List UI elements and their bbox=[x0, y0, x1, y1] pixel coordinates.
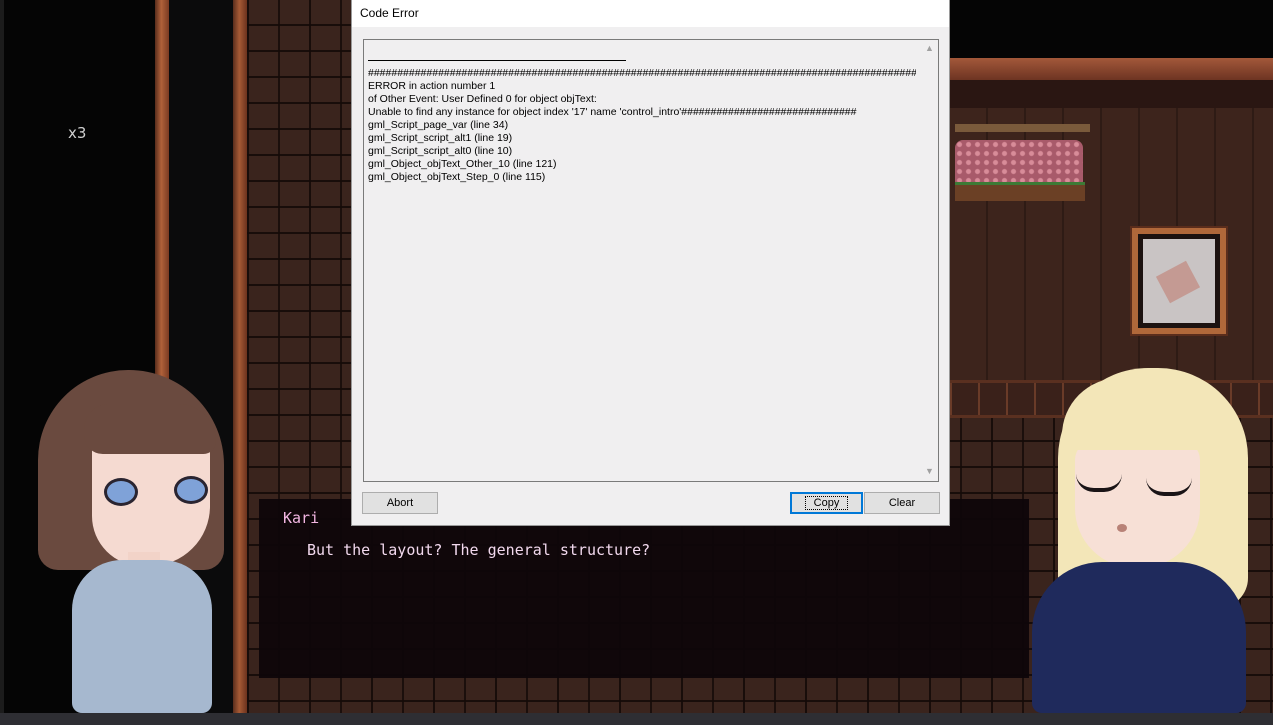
ceiling-beam-shadow bbox=[950, 80, 1273, 108]
copy-button[interactable]: Copy bbox=[790, 492, 863, 514]
vertical-scrollbar[interactable]: ▲ ▼ bbox=[921, 40, 938, 481]
error-line: gml_Script_script_alt1 (line 19) bbox=[368, 132, 513, 144]
kari-left-eye bbox=[104, 478, 138, 506]
dialogue-text: But the layout? The general structure? bbox=[307, 541, 651, 559]
error-message-content: ########################################… bbox=[368, 60, 916, 184]
scroll-down-arrow-icon[interactable]: ▼ bbox=[924, 466, 935, 477]
error-line: ERROR in action number 1 bbox=[368, 80, 496, 92]
speed-multiplier-label: x3 bbox=[68, 124, 87, 142]
framed-picture bbox=[1143, 239, 1215, 323]
clear-button[interactable]: Clear bbox=[864, 492, 940, 514]
error-message-textarea[interactable]: ########################################… bbox=[363, 39, 939, 482]
error-separator bbox=[368, 60, 626, 61]
planter-base bbox=[955, 182, 1085, 201]
error-line: gml_Object_objText_Other_10 (line 121) bbox=[368, 158, 557, 170]
blonde-navy-top bbox=[1032, 562, 1246, 713]
book-picture-icon bbox=[1155, 260, 1201, 304]
speaker-name: Kari bbox=[283, 509, 320, 527]
abort-button[interactable]: Abort bbox=[362, 492, 438, 514]
error-line: of Other Event: User Defined 0 for objec… bbox=[368, 93, 597, 105]
blonde-face bbox=[1075, 440, 1200, 568]
scroll-up-arrow-icon[interactable]: ▲ bbox=[924, 43, 935, 54]
blonde-mouth bbox=[1117, 524, 1127, 532]
copy-button-label: Copy bbox=[804, 496, 849, 510]
kari-right-eye bbox=[174, 476, 208, 504]
flower-planter bbox=[955, 140, 1083, 188]
error-line: gml_Script_script_alt0 (line 10) bbox=[368, 145, 513, 157]
error-line: gml_Object_objText_Step_0 (line 115) bbox=[368, 171, 546, 183]
dialog-title: Code Error bbox=[360, 6, 419, 20]
picture-frame bbox=[1130, 226, 1228, 336]
taskbar-strip bbox=[0, 713, 1273, 725]
kari-shirt bbox=[72, 560, 212, 713]
dialog-titlebar[interactable]: Code Error bbox=[352, 0, 949, 27]
ceiling-shadow bbox=[950, 0, 1273, 58]
code-error-dialog: Code Error #############################… bbox=[351, 0, 950, 526]
kari-bangs bbox=[84, 404, 216, 454]
error-line: Unable to find any instance for object i… bbox=[368, 106, 857, 118]
ceiling-beam bbox=[950, 58, 1273, 80]
error-line: gml_Script_page_var (line 34) bbox=[368, 119, 509, 131]
window-edge bbox=[0, 0, 4, 713]
copper-pillar-right bbox=[233, 0, 247, 713]
error-line: ########################################… bbox=[368, 67, 916, 79]
wall-shelf bbox=[955, 124, 1090, 132]
picture-frame-inner bbox=[1138, 234, 1220, 328]
blonde-bangs bbox=[1062, 378, 1232, 450]
